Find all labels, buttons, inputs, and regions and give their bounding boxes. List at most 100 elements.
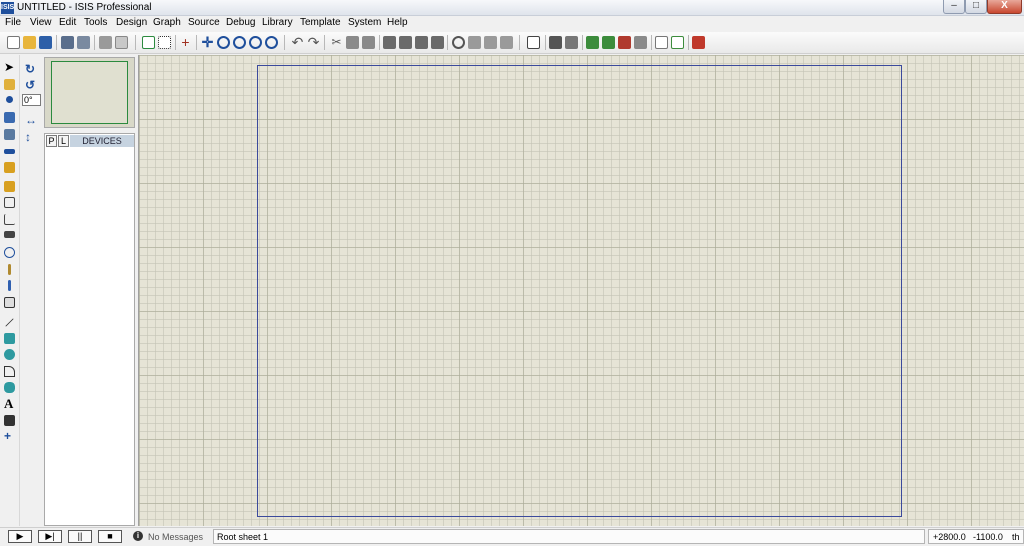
block-rotate-icon[interactable] (415, 36, 428, 49)
remove-sheet-icon[interactable] (618, 36, 631, 49)
new-file-icon[interactable] (7, 36, 20, 49)
rotate-anticlockwise-icon[interactable]: ↺ (25, 79, 35, 91)
device-pins-icon[interactable] (4, 197, 15, 208)
menu-bar: File View Edit Tools Design Graph Source… (0, 16, 1024, 32)
marker-2d-icon[interactable]: + (4, 430, 15, 442)
path-2d-icon[interactable] (4, 382, 15, 393)
save-icon[interactable] (39, 36, 52, 49)
circle-2d-icon[interactable] (4, 349, 15, 360)
arc-2d-icon[interactable] (4, 366, 15, 377)
sim-step-button[interactable]: ▶| (38, 530, 62, 543)
object-selector-list[interactable] (44, 133, 135, 526)
decompose-icon[interactable] (500, 36, 513, 49)
terminals-icon[interactable] (4, 181, 15, 192)
open-file-icon[interactable] (23, 36, 36, 49)
wire-autorouter-icon[interactable] (527, 36, 540, 49)
packaging-tool-icon[interactable] (484, 36, 497, 49)
paste-icon[interactable] (362, 36, 375, 49)
mirror-horizontal-icon[interactable]: ↔ (25, 114, 37, 126)
text-2d-icon[interactable]: A (4, 397, 15, 410)
netlist-to-ares-icon[interactable] (692, 36, 705, 49)
zoom-all-icon[interactable] (249, 36, 262, 49)
pick-device-icon[interactable] (452, 36, 465, 49)
new-sheet-icon[interactable] (602, 36, 615, 49)
bill-of-materials-icon[interactable] (655, 36, 668, 49)
menu-design[interactable]: Design (116, 17, 147, 28)
message-status[interactable]: No Messages (148, 532, 203, 542)
print-icon[interactable] (99, 36, 112, 49)
menu-view[interactable]: View (30, 17, 52, 28)
rotate-clockwise-icon[interactable]: ↻ (25, 63, 35, 75)
library-manager-button[interactable]: L (58, 135, 69, 147)
symbol-2d-icon[interactable] (4, 415, 15, 426)
close-button[interactable]: X (987, 0, 1022, 14)
property-tool-icon[interactable] (565, 36, 578, 49)
zoom-area-icon[interactable] (265, 36, 278, 49)
junction-dot-icon[interactable] (6, 96, 13, 103)
import-section-icon[interactable] (61, 36, 74, 49)
message-info-icon[interactable]: i (133, 531, 143, 541)
menu-graph[interactable]: Graph (153, 17, 181, 28)
devices-header: DEVICES (70, 135, 134, 147)
block-delete-icon[interactable] (431, 36, 444, 49)
text-script-icon[interactable] (4, 129, 15, 140)
refresh-icon[interactable] (142, 36, 155, 49)
menu-help[interactable]: Help (387, 17, 408, 28)
export-section-icon[interactable] (77, 36, 90, 49)
electrical-rule-check-icon[interactable] (671, 36, 684, 49)
menu-file[interactable]: File (5, 17, 21, 28)
wire-label-icon[interactable] (4, 112, 15, 123)
toggle-origin-icon[interactable]: + (179, 35, 192, 49)
coordinate-unit: th (1012, 532, 1020, 542)
virtual-instruments-icon[interactable] (4, 297, 15, 308)
voltage-probe-icon[interactable] (8, 264, 11, 275)
make-device-icon[interactable] (468, 36, 481, 49)
toggle-grid-icon[interactable] (158, 36, 171, 49)
component-mode-icon[interactable] (4, 79, 15, 90)
sheet-border (257, 65, 902, 517)
rotation-angle-field[interactable]: 0° (22, 94, 41, 106)
pick-devices-button[interactable]: P (46, 135, 57, 147)
bus-icon[interactable] (4, 149, 15, 154)
box-2d-icon[interactable] (4, 333, 15, 344)
overview-sheet-frame (51, 61, 128, 124)
toolbar-separator (582, 35, 583, 50)
goto-child-icon[interactable] (634, 36, 647, 49)
zoom-in-icon[interactable] (217, 36, 230, 49)
cut-icon[interactable]: ✂ (330, 36, 343, 49)
search-tag-icon[interactable] (549, 36, 562, 49)
menu-debug[interactable]: Debug (226, 17, 255, 28)
area-icon[interactable] (115, 36, 128, 49)
undo-icon[interactable]: ↶ (291, 35, 304, 49)
menu-tools[interactable]: Tools (84, 17, 107, 28)
design-explorer-icon[interactable] (586, 36, 599, 49)
menu-edit[interactable]: Edit (59, 17, 76, 28)
menu-library[interactable]: Library (262, 17, 293, 28)
current-probe-icon[interactable] (8, 280, 11, 291)
pan-icon[interactable]: ✛ (201, 35, 214, 49)
coordinate-x: +2800.0 (933, 532, 966, 542)
menu-source[interactable]: Source (188, 17, 220, 28)
zoom-out-icon[interactable] (233, 36, 246, 49)
subcircuit-icon[interactable] (4, 162, 15, 173)
block-move-icon[interactable] (399, 36, 412, 49)
redo-icon[interactable]: ↷ (307, 35, 320, 49)
toolbar-separator (56, 35, 57, 50)
sim-stop-button[interactable]: ■ (98, 530, 122, 543)
selection-mode-icon[interactable]: ➤ (4, 61, 15, 73)
generator-icon[interactable] (4, 247, 15, 258)
menu-template[interactable]: Template (300, 17, 341, 28)
sim-pause-button[interactable]: || (68, 530, 92, 543)
maximize-button[interactable]: □ (965, 0, 987, 14)
graph-icon[interactable] (4, 214, 15, 225)
window-title: UNTITLED - ISIS Professional (17, 2, 152, 13)
minimize-button[interactable]: – (943, 0, 965, 14)
block-copy-icon[interactable] (383, 36, 396, 49)
mirror-vertical-icon[interactable]: ↕ (25, 131, 31, 143)
sheet-status: Root sheet 1 (217, 532, 269, 542)
menu-system[interactable]: System (348, 17, 381, 28)
sim-play-button[interactable]: ▶ (8, 530, 32, 543)
toolbar-separator (688, 35, 689, 50)
tape-recorder-icon[interactable] (4, 231, 15, 238)
copy-icon[interactable] (346, 36, 359, 49)
